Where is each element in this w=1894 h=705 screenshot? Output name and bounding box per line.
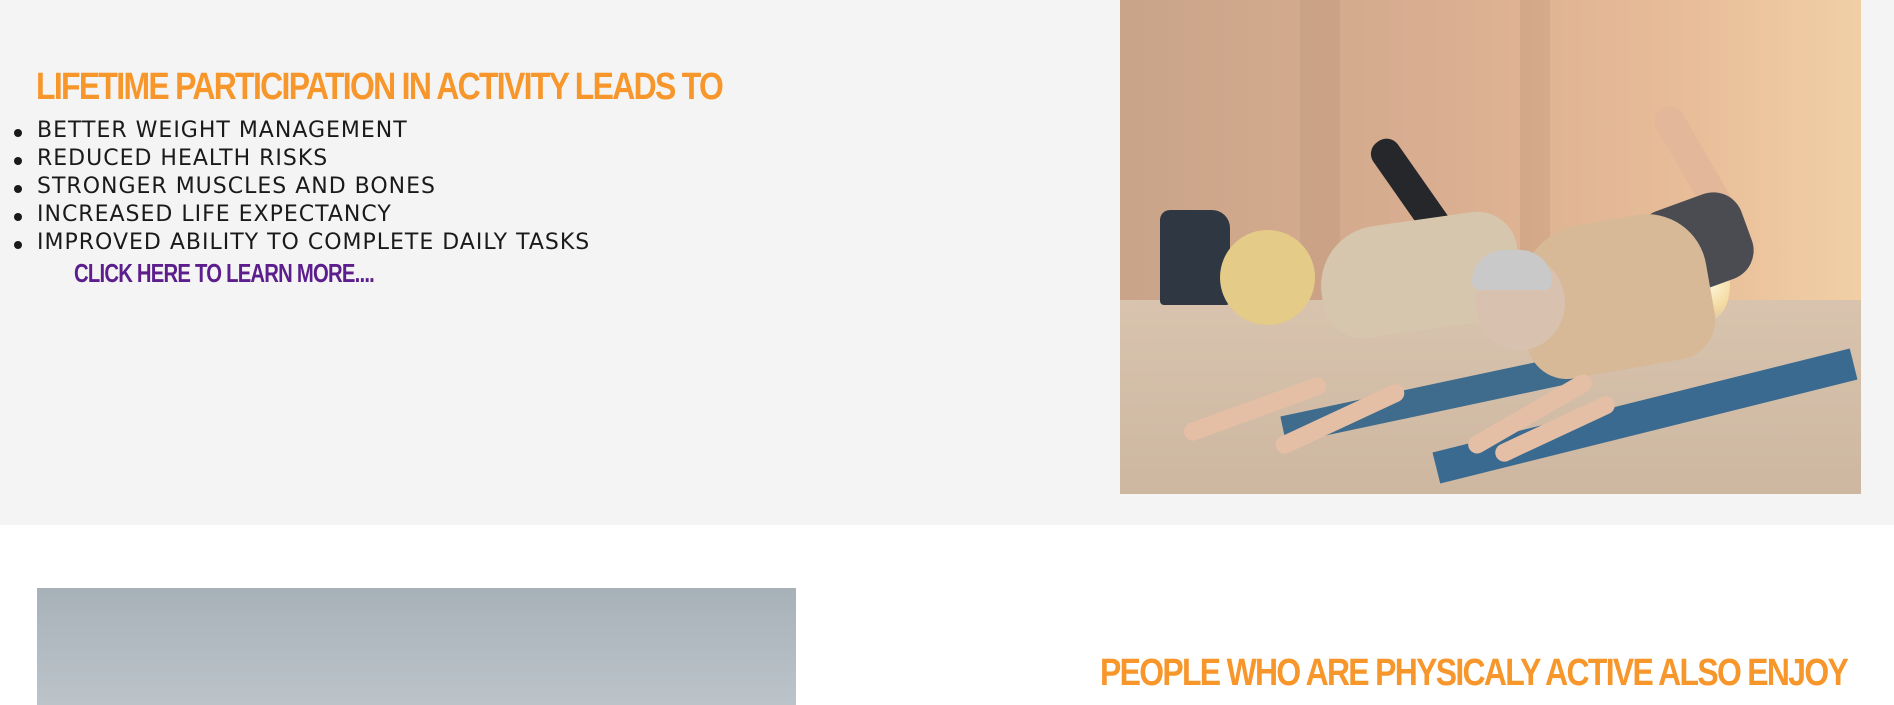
list-item: BETTER WEIGHT MANAGEMENT [14,117,590,145]
bottom-photo [37,588,796,705]
benefits-heading: LIFETIME PARTICIPATION IN ACTIVITY LEADS… [36,66,724,108]
bullet-icon [14,185,22,193]
bullet-icon [14,157,22,165]
benefit-text: IMPROVED ABILITY TO COMPLETE DAILY TASKS [37,230,591,255]
benefit-text: STRONGER MUSCLES AND BONES [37,174,437,199]
bullet-icon [14,213,22,221]
bullet-icon [14,241,22,249]
benefit-text: INCREASED LIFE EXPECTANCY [37,202,392,227]
benefit-text: REDUCED HEALTH RISKS [37,146,329,171]
list-item: STRONGER MUSCLES AND BONES [14,173,590,201]
list-item: IMPROVED ABILITY TO COMPLETE DAILY TASKS [14,229,591,257]
list-item: INCREASED LIFE EXPECTANCY [14,201,590,229]
benefits-list: BETTER WEIGHT MANAGEMENT REDUCED HEALTH … [14,117,591,257]
bullet-icon [14,129,22,137]
benefits-section: LIFETIME PARTICIPATION IN ACTIVITY LEADS… [0,0,1894,525]
learn-more-link[interactable]: CLICK HERE TO LEARN MORE.... [74,258,375,289]
active-benefits-heading: PEOPLE WHO ARE PHYSICALY ACTIVE ALSO ENJ… [1100,652,1849,694]
exercise-photo [1120,0,1861,494]
list-item: REDUCED HEALTH RISKS [14,145,590,173]
benefit-text: BETTER WEIGHT MANAGEMENT [37,118,408,143]
